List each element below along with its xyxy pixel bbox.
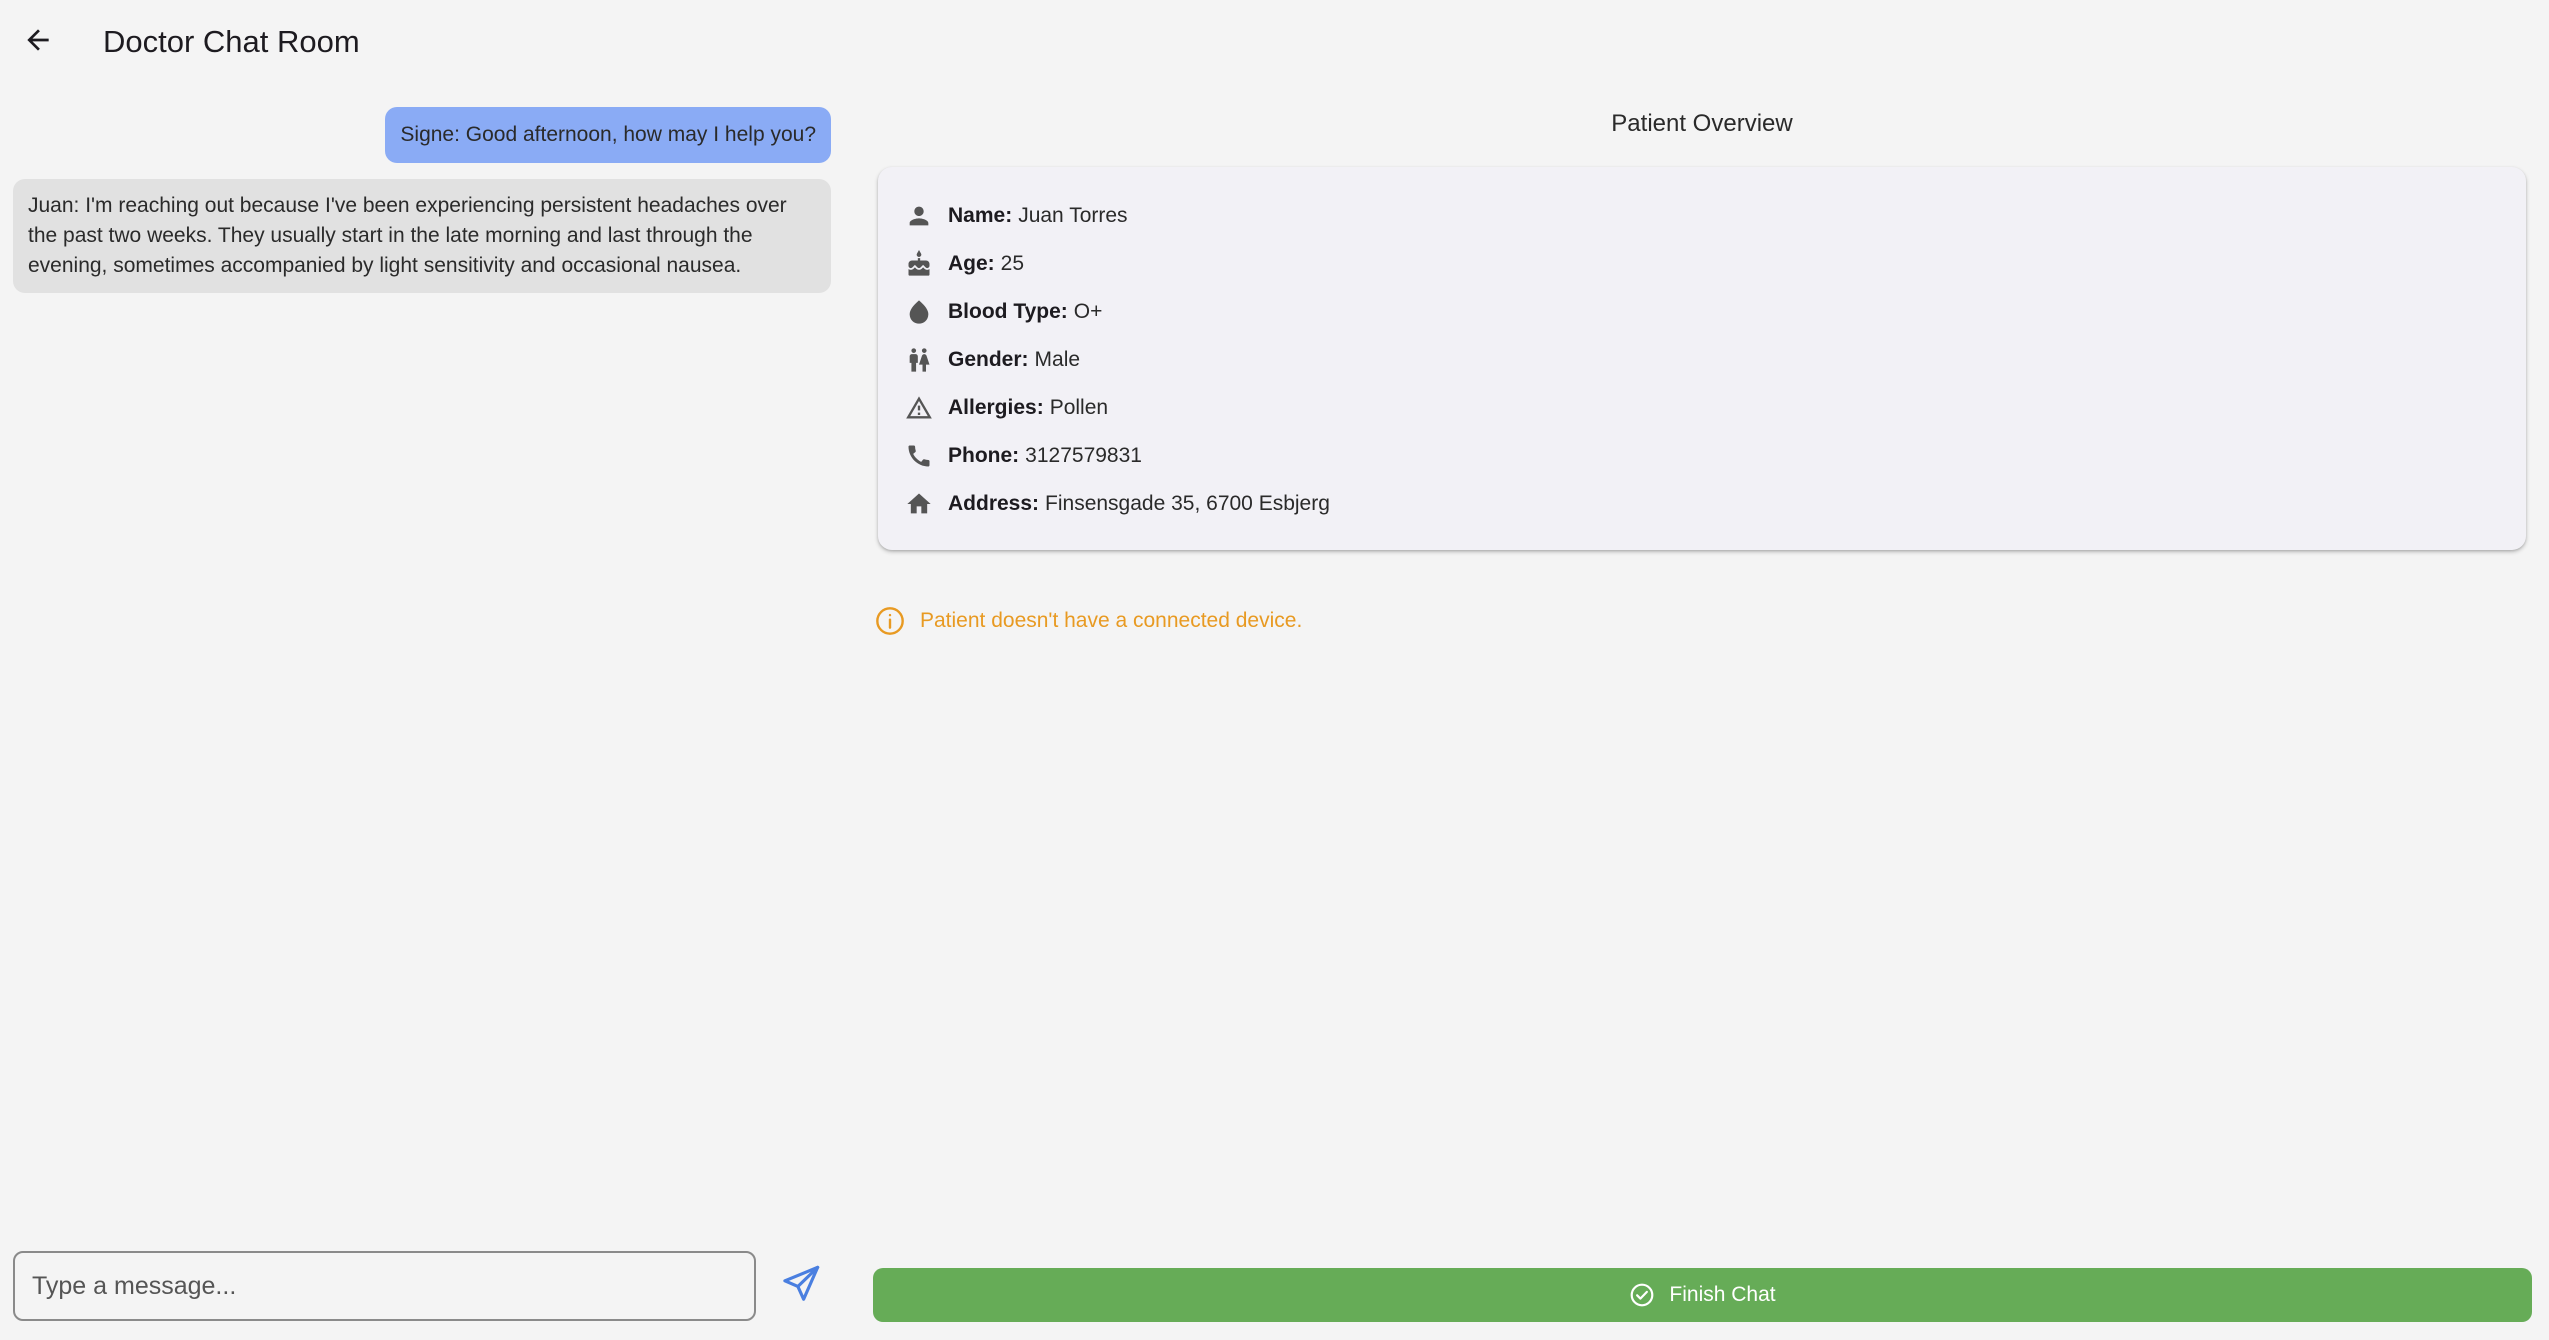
patient-name-row: Name: Juan Torres	[904, 196, 1128, 236]
page-title: Doctor Chat Room	[103, 24, 360, 59]
finish-chat-label: Finish Chat	[1669, 1283, 1776, 1306]
patient-gender-row: Gender: Male	[904, 340, 1080, 380]
home-icon	[904, 489, 934, 519]
arrow-back-icon	[22, 24, 54, 61]
message-input[interactable]	[13, 1251, 756, 1321]
message-bubble-outgoing: Signe: Good afternoon, how may I help yo…	[385, 107, 831, 163]
app-bar: Doctor Chat Room	[0, 0, 2549, 84]
device-notice-text: Patient doesn't have a connected device.	[920, 609, 1303, 632]
cake-icon	[904, 249, 934, 279]
patient-gender-value: Male	[1034, 348, 1081, 371]
device-notice: Patient doesn't have a connected device.	[874, 605, 1302, 637]
patient-phone-value: 3127579831	[1025, 444, 1142, 467]
wc-icon	[904, 345, 934, 375]
patient-blood-type-label: Blood Type:	[948, 300, 1068, 323]
patient-phone-row: Phone: 3127579831	[904, 436, 1142, 476]
patient-name-label: Name:	[948, 204, 1013, 227]
patient-address-value: Finsensgade 35, 6700 Esbjerg	[1045, 492, 1330, 515]
info-icon	[874, 605, 906, 637]
patient-phone-label: Phone:	[948, 444, 1020, 467]
patient-overview-title: Patient Overview	[1611, 110, 1793, 137]
send-icon	[780, 1263, 822, 1310]
patient-blood-type-row: Blood Type: O+	[904, 292, 1102, 332]
patient-allergies-value: Pollen	[1049, 396, 1109, 419]
warning-icon	[904, 393, 934, 423]
person-icon	[904, 201, 934, 231]
patient-allergies-row: Allergies: Pollen	[904, 388, 1108, 428]
patient-age-label: Age:	[948, 252, 995, 275]
finish-chat-button[interactable]: Finish Chat	[873, 1268, 2532, 1322]
patient-address-label: Address:	[948, 492, 1040, 515]
send-button[interactable]	[773, 1258, 829, 1314]
phone-icon	[904, 441, 934, 471]
back-button[interactable]	[14, 18, 62, 66]
chat-panel: Signe: Good afternoon, how may I help yo…	[0, 84, 844, 1340]
check-circle-icon	[1629, 1282, 1655, 1308]
patient-name-value: Juan Torres	[1018, 204, 1128, 227]
patient-info-card: Name: Juan Torres Age: 25 Blood Type: O+…	[878, 167, 2526, 550]
patient-blood-type-value: O+	[1073, 300, 1103, 323]
patient-address-row: Address: Finsensgade 35, 6700 Esbjerg	[904, 484, 1330, 524]
patient-allergies-label: Allergies:	[948, 396, 1044, 419]
message-bubble-incoming: Juan: I'm reaching out because I've been…	[13, 179, 831, 293]
water-drop-icon	[904, 297, 934, 327]
patient-age-value: 25	[1000, 252, 1025, 275]
patient-gender-label: Gender:	[948, 348, 1029, 371]
patient-age-row: Age: 25	[904, 244, 1024, 284]
